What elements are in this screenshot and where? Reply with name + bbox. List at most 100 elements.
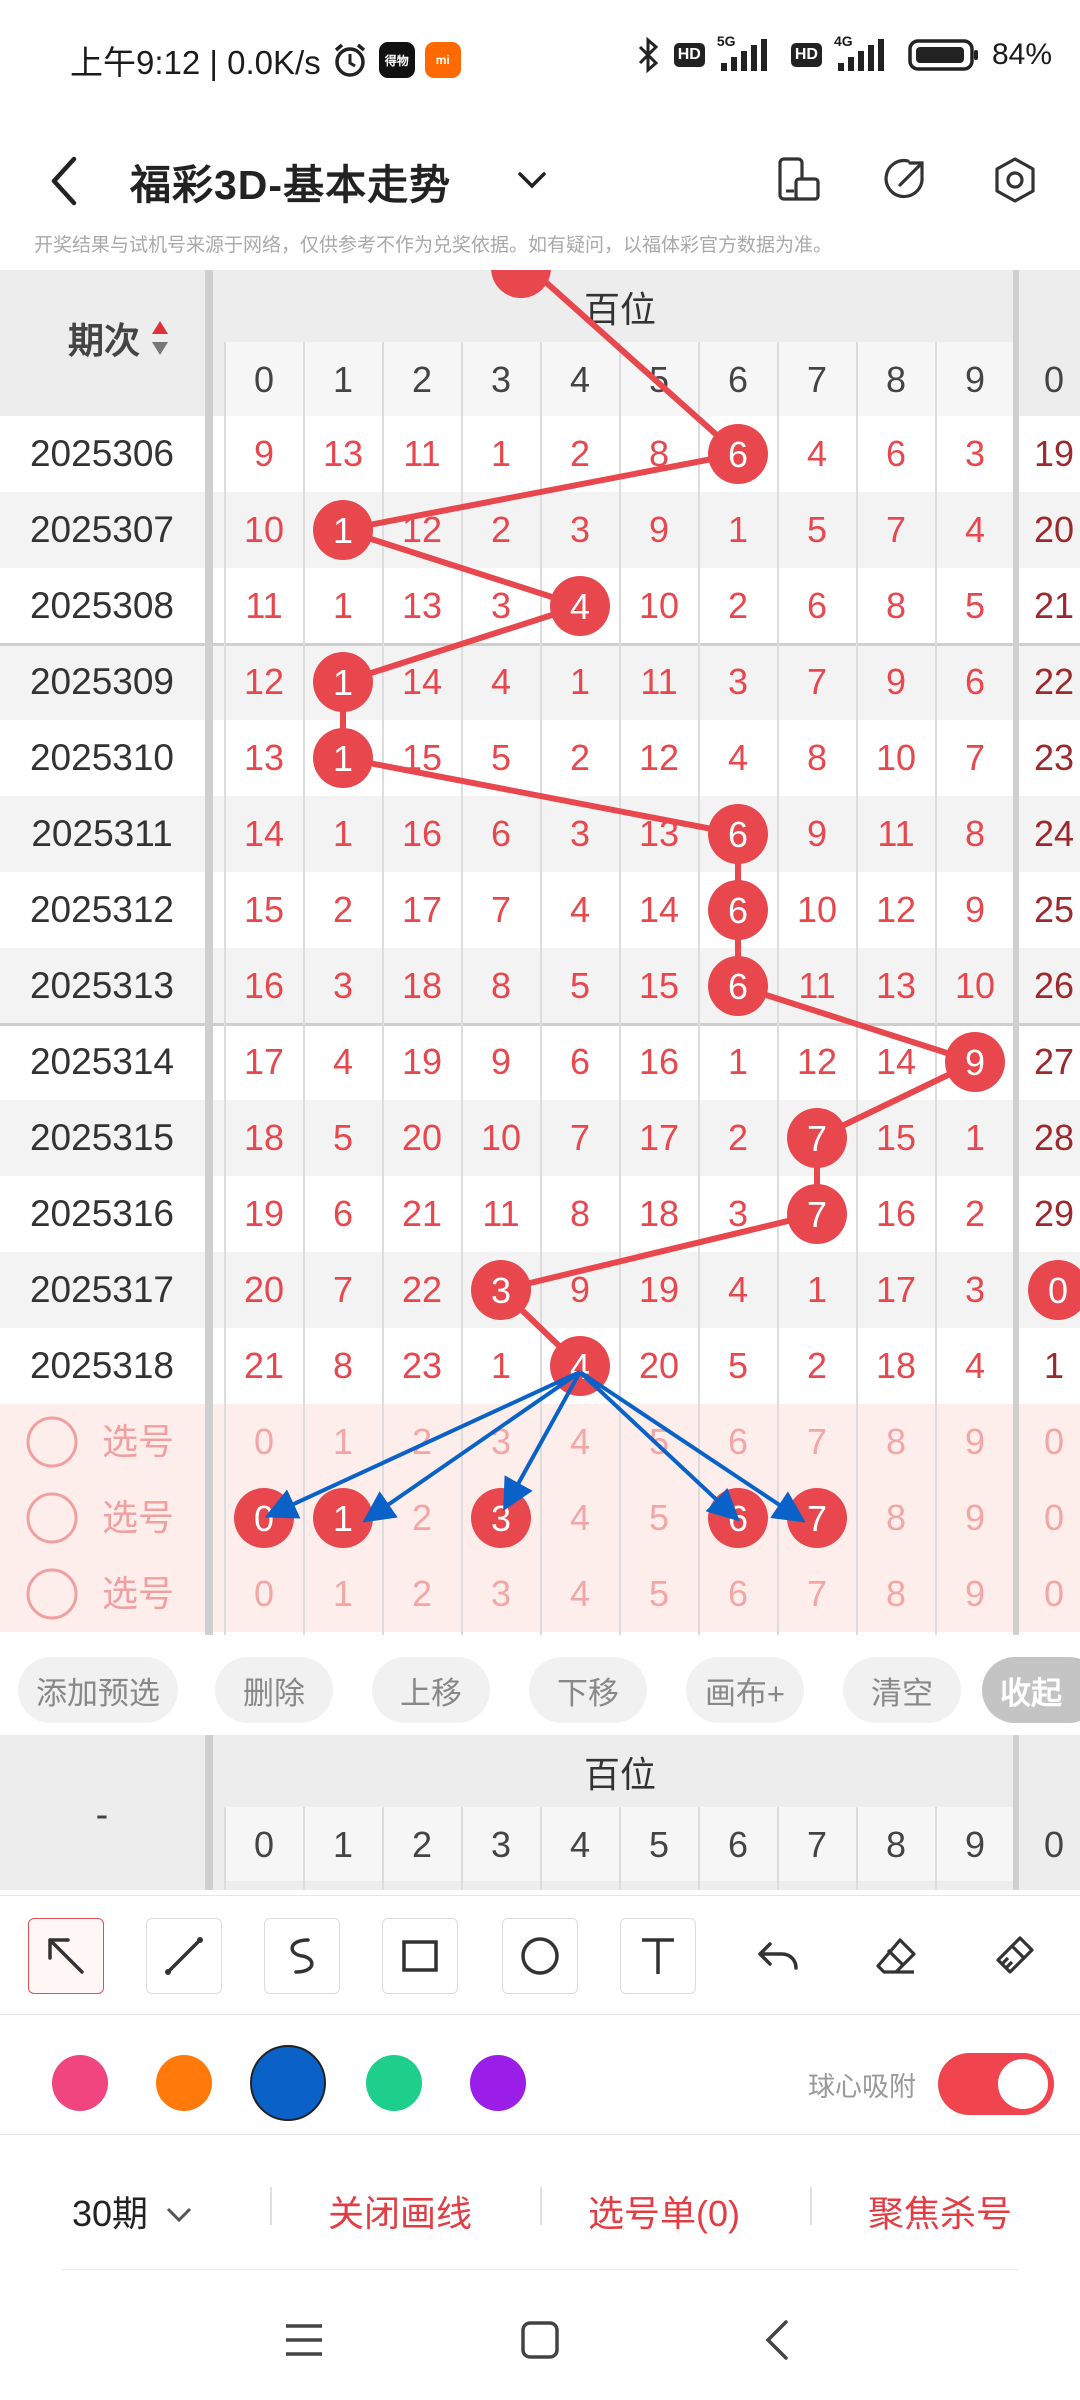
tool-arrow[interactable] bbox=[28, 1918, 104, 1994]
tool-circle[interactable] bbox=[502, 1918, 578, 1994]
grid2-col-line bbox=[224, 1807, 226, 1890]
miss-count-cell: 3 bbox=[728, 1193, 748, 1234]
period-cell: 2025317 bbox=[30, 1269, 174, 1310]
miss-count-cell: 4 bbox=[807, 433, 827, 474]
miss-count-cell: 18 bbox=[244, 1117, 284, 1158]
select-next-digit[interactable]: 0 bbox=[1044, 1497, 1064, 1538]
menu-icon[interactable] bbox=[282, 2320, 326, 2360]
tool-text[interactable] bbox=[620, 1918, 696, 1994]
period-cell: 2025307 bbox=[30, 509, 174, 550]
next-col-cell: 23 bbox=[1034, 737, 1074, 778]
miss-count-cell: 16 bbox=[876, 1193, 916, 1234]
snap-label: 球心吸附 bbox=[808, 2072, 916, 2102]
miss-count-cell: 11 bbox=[245, 585, 282, 626]
clear-button[interactable]: 清空 bbox=[843, 1657, 961, 1723]
select-digit-5[interactable]: 5 bbox=[649, 1573, 669, 1614]
settings-icon[interactable] bbox=[990, 155, 1040, 205]
period-selector[interactable]: 30期 bbox=[72, 2185, 194, 2237]
miss-count-cell: 10 bbox=[876, 737, 916, 778]
color-green[interactable] bbox=[366, 2055, 422, 2111]
miss-count-cell: 1 bbox=[728, 509, 748, 550]
select-row-label[interactable]: 选号 bbox=[102, 1573, 174, 1614]
color-orange[interactable] bbox=[156, 2055, 212, 2111]
share-icon[interactable] bbox=[880, 155, 930, 205]
select-digit-9[interactable]: 9 bbox=[965, 1573, 985, 1614]
select-digit-4[interactable]: 4 bbox=[570, 1573, 590, 1614]
select-list-button[interactable]: 选号单(0) bbox=[588, 2185, 740, 2237]
miss-count-cell: 5 bbox=[491, 737, 511, 778]
grid-col-line bbox=[461, 342, 463, 1635]
select-digit-6[interactable]: 6 bbox=[728, 1421, 748, 1462]
select-digit-3[interactable]: 3 bbox=[491, 1573, 511, 1614]
select-digit-9[interactable]: 9 bbox=[965, 1421, 985, 1462]
select-digit-2[interactable]: 2 bbox=[412, 1497, 432, 1538]
tool-undo[interactable] bbox=[740, 1918, 816, 1994]
tool-brush-clear[interactable] bbox=[976, 1918, 1052, 1994]
select-digit-0[interactable]: 0 bbox=[254, 1573, 274, 1614]
rectangle-tool-icon bbox=[402, 1940, 438, 1972]
select-digit-4[interactable]: 4 bbox=[570, 1497, 590, 1538]
home-icon[interactable] bbox=[518, 2318, 562, 2362]
status-left: 上午9:12 | 0.0K/s 得物 mi bbox=[70, 36, 461, 84]
next-col-cell: 21 bbox=[1034, 585, 1074, 626]
select-digit-7[interactable]: 7 bbox=[807, 1421, 827, 1462]
miss-count-cell: 3 bbox=[570, 509, 590, 550]
miss-count-cell: 15 bbox=[244, 889, 284, 930]
bluetooth-icon bbox=[638, 36, 658, 74]
grid2-digit-5: 5 bbox=[649, 1824, 669, 1865]
digit-header-7: 7 bbox=[807, 359, 827, 400]
select-digit-9[interactable]: 9 bbox=[965, 1497, 985, 1538]
grid2-section-divider bbox=[1013, 1735, 1019, 1890]
miss-count-cell: 14 bbox=[244, 813, 284, 854]
select-digit-7[interactable]: 7 bbox=[807, 1573, 827, 1614]
select-next-digit[interactable]: 0 bbox=[1044, 1421, 1064, 1462]
alarm-icon bbox=[334, 43, 365, 77]
select-digit-4[interactable]: 4 bbox=[570, 1421, 590, 1462]
back-arrow-icon[interactable] bbox=[44, 153, 84, 209]
chevron-down-icon bbox=[167, 2207, 192, 2223]
select-digit-5[interactable]: 5 bbox=[649, 1497, 669, 1538]
canvas-plus-button[interactable]: 画布+ bbox=[686, 1657, 804, 1723]
phone-landscape-icon[interactable] bbox=[772, 155, 822, 205]
miss-count-cell: 13 bbox=[876, 965, 916, 1006]
chevron-down-icon[interactable] bbox=[515, 165, 549, 195]
select-digit-0[interactable]: 0 bbox=[254, 1421, 274, 1462]
select-digit-8[interactable]: 8 bbox=[886, 1421, 906, 1462]
select-row-label[interactable]: 选号 bbox=[102, 1421, 174, 1462]
add-preselect-button[interactable]: 添加预选 bbox=[18, 1657, 178, 1723]
period-header[interactable]: 期次 bbox=[68, 320, 140, 361]
select-next-digit[interactable]: 0 bbox=[1044, 1573, 1064, 1614]
battery-icon bbox=[908, 39, 978, 71]
select-digit-2[interactable]: 2 bbox=[412, 1573, 432, 1614]
focus-kill-button[interactable]: 聚焦杀号 bbox=[868, 2185, 1012, 2237]
color-purple[interactable] bbox=[470, 2055, 526, 2111]
snap-toggle[interactable] bbox=[938, 2053, 1054, 2115]
page-title[interactable]: 福彩3D-基本走势 bbox=[130, 151, 451, 211]
hd-badge-1: HD bbox=[673, 43, 705, 67]
select-digit-1[interactable]: 1 bbox=[333, 1421, 353, 1462]
back-icon[interactable] bbox=[760, 2316, 796, 2364]
grid2-digit-6: 6 bbox=[728, 1824, 748, 1865]
color-pink[interactable] bbox=[52, 2055, 108, 2111]
miss-count-cell: 11 bbox=[640, 661, 677, 702]
color-blue[interactable] bbox=[250, 2045, 326, 2121]
tool-line[interactable] bbox=[146, 1918, 222, 1994]
miss-count-cell: 13 bbox=[402, 585, 442, 626]
grid-col-line bbox=[382, 342, 384, 1635]
select-row-label[interactable]: 选号 bbox=[102, 1497, 174, 1538]
delete-button[interactable]: 删除 bbox=[215, 1657, 333, 1723]
tool-eraser[interactable] bbox=[858, 1918, 934, 1994]
move-down-button[interactable]: 下移 bbox=[529, 1657, 647, 1723]
select-digit-8[interactable]: 8 bbox=[886, 1497, 906, 1538]
collapse-button[interactable]: 收起 bbox=[982, 1657, 1080, 1723]
miss-count-cell: 19 bbox=[402, 1041, 442, 1082]
select-digit-1[interactable]: 1 bbox=[333, 1573, 353, 1614]
close-lines-button[interactable]: 关闭画线 bbox=[328, 2185, 472, 2237]
select-digit-8[interactable]: 8 bbox=[886, 1573, 906, 1614]
period-cell: 2025318 bbox=[30, 1345, 174, 1386]
move-up-button[interactable]: 上移 bbox=[372, 1657, 490, 1723]
select-digit-6[interactable]: 6 bbox=[728, 1573, 748, 1614]
miss-count-cell: 12 bbox=[876, 889, 916, 930]
tool-rectangle[interactable] bbox=[382, 1918, 458, 1994]
tool-curve[interactable] bbox=[264, 1918, 340, 1994]
